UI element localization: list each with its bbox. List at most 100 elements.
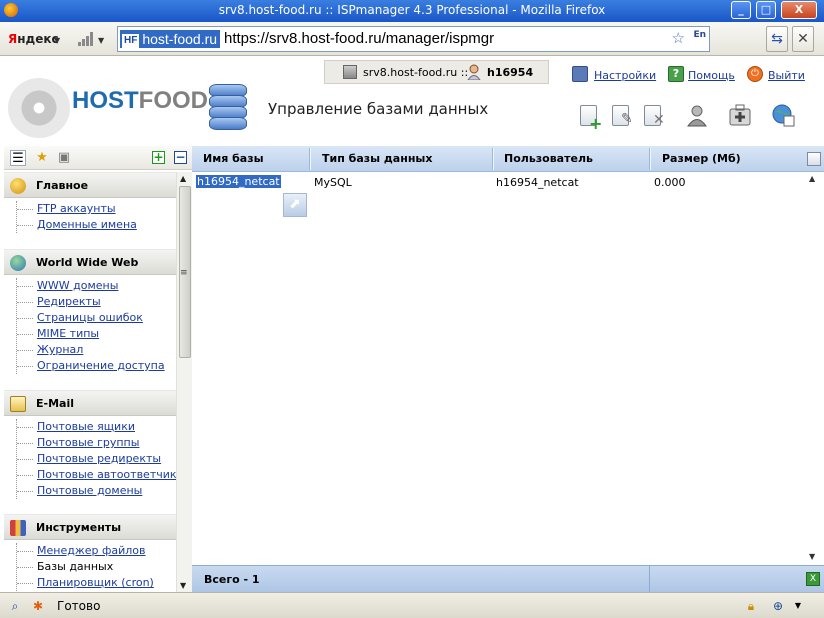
expand-all-icon[interactable]: + <box>152 151 165 164</box>
table-scrollbar[interactable]: ▲ ▼ <box>806 172 820 565</box>
column-separator <box>649 148 651 170</box>
minimize-button[interactable]: _ <box>731 1 751 19</box>
window-titlebar: srv8.host-food.ru :: ISPmanager 4.3 Prof… <box>0 0 824 22</box>
sidebar-item-scheduler[interactable]: Планировщик (cron) <box>17 575 154 591</box>
table-scroll-down-icon[interactable]: ▼ <box>809 552 815 561</box>
first-aid-kit-icon <box>729 104 751 126</box>
zoom-icon[interactable]: ⊕ <box>770 598 786 614</box>
page-title: Управление базами данных <box>268 100 489 118</box>
sidebar-item-access-restriction[interactable]: Ограничение доступа <box>17 358 165 374</box>
column-header-user[interactable]: Пользователь <box>504 152 593 165</box>
sidebar-scrollbar[interactable]: ▲ ≡ ▼ <box>176 172 192 592</box>
envelope-icon <box>10 396 26 412</box>
sidebar-item-mime-types[interactable]: MIME типы <box>17 326 165 342</box>
sidebar-item-file-manager[interactable]: Менеджер файлов <box>17 543 154 559</box>
footer-separator <box>649 566 650 593</box>
sidebar-item-mailboxes[interactable]: Почтовые ящики <box>17 419 176 435</box>
status-text: Готово <box>57 599 101 613</box>
sidebar-item-www-domains[interactable]: WWW домены <box>17 278 165 294</box>
cell-db-name[interactable]: h16954_netcat <box>196 175 281 188</box>
section-www[interactable]: World Wide Web <box>4 249 176 275</box>
plus-icon: + <box>589 114 603 133</box>
scroll-up-icon[interactable]: ▲ <box>180 174 186 183</box>
sidebar: ☰ ★ ▣ + − Главное FTP аккаунты Доменные … <box>0 146 192 592</box>
url-text[interactable]: https://srv8.host-food.ru/manager/ispmgr <box>224 30 494 48</box>
briefcase-icon[interactable]: ▣ <box>56 150 72 166</box>
cell-db-type: MySQL <box>314 176 352 189</box>
sidebar-item-autoresponders[interactable]: Почтовые автоответчики <box>17 467 176 483</box>
add-database-button[interactable]: + <box>577 103 603 133</box>
server-name: srv8.host-food.ru :: <box>363 66 469 79</box>
sidebar-item-error-pages[interactable]: Страницы ошибок <box>17 310 165 326</box>
signal-dropdown-icon[interactable]: ▼ <box>98 36 104 45</box>
maximize-button[interactable]: □ <box>756 1 776 19</box>
sidebar-item-log[interactable]: Журнал <box>17 342 165 358</box>
section-main-items: FTP аккаунты Доменные имена <box>16 201 137 233</box>
bookmark-star-icon[interactable]: ☆ <box>672 29 685 47</box>
search-icon[interactable]: ⌕ <box>7 598 23 614</box>
logout-link[interactable]: Выйти <box>768 69 805 82</box>
stop-button[interactable]: ✕ <box>792 26 814 52</box>
column-settings-icon[interactable] <box>807 152 821 166</box>
open-database-arrow-icon[interactable]: ⬈ <box>283 193 307 217</box>
sidebar-item-domain-names[interactable]: Доменные имена <box>17 217 137 233</box>
users-icon <box>687 105 707 127</box>
database-backup-button[interactable] <box>728 103 754 129</box>
sidebar-item-ftp-accounts[interactable]: FTP аккаунты <box>17 201 137 217</box>
lock-icon[interactable]: 🔒︎ <box>743 598 759 614</box>
sidebar-item-databases[interactable]: Базы данных <box>17 559 154 575</box>
signal-bars-icon[interactable] <box>78 30 94 46</box>
zoom-dropdown-icon[interactable]: ▼ <box>790 598 806 614</box>
help-link[interactable]: Помощь <box>688 69 735 82</box>
delete-x-icon: ✕ <box>653 112 665 128</box>
table-row[interactable]: h16954_netcat MySQL h16954_netcat 0.000 <box>192 172 804 192</box>
section-www-items: WWW домены Редиректы Страницы ошибок MIM… <box>16 278 165 374</box>
sidebar-item-mail-redirects[interactable]: Почтовые редиректы <box>17 451 176 467</box>
sidebar-menu: Главное FTP аккаунты Доменные имена Worl… <box>4 172 176 592</box>
collapse-all-icon[interactable]: − <box>174 151 187 164</box>
browser-statusbar: ⌕ ✱ Готово 🔒︎ ⊕ ▼ <box>0 592 824 618</box>
close-window-button[interactable]: X <box>781 1 817 19</box>
url-bar[interactable]: HF host-food.ru https://srv8.host-food.ru… <box>117 26 710 52</box>
language-indicator[interactable]: En <box>693 30 706 40</box>
yandex-bar-button[interactable]: Яндекс <box>8 32 59 46</box>
window-title: srv8.host-food.ru :: ISPmanager 4.3 Prof… <box>218 3 606 17</box>
sidebar-item-mail-groups[interactable]: Почтовые группы <box>17 435 176 451</box>
table-footer: Всего - 1 X <box>192 565 824 593</box>
export-excel-icon[interactable]: X <box>806 572 820 586</box>
phpmyadmin-button[interactable] <box>771 103 797 129</box>
section-tools-items: Менеджер файлов Базы данных Планировщик … <box>16 543 154 591</box>
column-header-size[interactable]: Размер (Мб) <box>662 152 741 165</box>
site-favicon: HF <box>122 34 140 48</box>
delete-database-button[interactable]: ✕ <box>641 103 667 129</box>
sidebar-item-mail-domains[interactable]: Почтовые домены <box>17 483 176 499</box>
firebug-icon[interactable]: ✱ <box>30 598 46 614</box>
section-email[interactable]: E-Mail <box>4 390 176 416</box>
tree-view-icon[interactable]: ☰ <box>10 150 26 166</box>
globe-section-icon <box>10 255 26 271</box>
section-tools[interactable]: Инструменты <box>4 514 176 540</box>
settings-link[interactable]: Настройки <box>594 69 656 82</box>
settings-icon[interactable] <box>572 66 588 82</box>
sidebar-item-redirects[interactable]: Редиректы <box>17 294 165 310</box>
section-main[interactable]: Главное <box>4 172 176 198</box>
edit-database-button[interactable]: ✎ <box>609 103 635 129</box>
scroll-grip-icon: ≡ <box>180 268 188 278</box>
logout-icon[interactable]: ⏻ <box>747 66 763 82</box>
reload-button[interactable]: ⇆ <box>766 26 788 52</box>
sidebar-toolbar: ☰ ★ ▣ + − <box>4 146 192 170</box>
help-icon[interactable]: ? <box>668 66 684 82</box>
site-identity-button[interactable]: HF host-food.ru <box>120 30 221 48</box>
favorites-star-icon[interactable]: ★ <box>34 150 50 166</box>
yandex-dropdown-icon[interactable]: ▼ <box>54 36 60 45</box>
scroll-down-icon[interactable]: ▼ <box>180 581 186 590</box>
cell-user: h16954_netcat <box>496 176 579 189</box>
table-scroll-up-icon[interactable]: ▲ <box>809 174 815 183</box>
home-icon <box>10 178 26 194</box>
column-header-db-type[interactable]: Тип базы данных <box>322 152 432 165</box>
section-email-items: Почтовые ящики Почтовые группы Почтовые … <box>16 419 176 499</box>
column-separator <box>309 148 311 170</box>
username: h16954 <box>487 66 534 79</box>
column-header-db-name[interactable]: Имя базы <box>203 152 264 165</box>
database-users-button[interactable] <box>685 103 711 129</box>
